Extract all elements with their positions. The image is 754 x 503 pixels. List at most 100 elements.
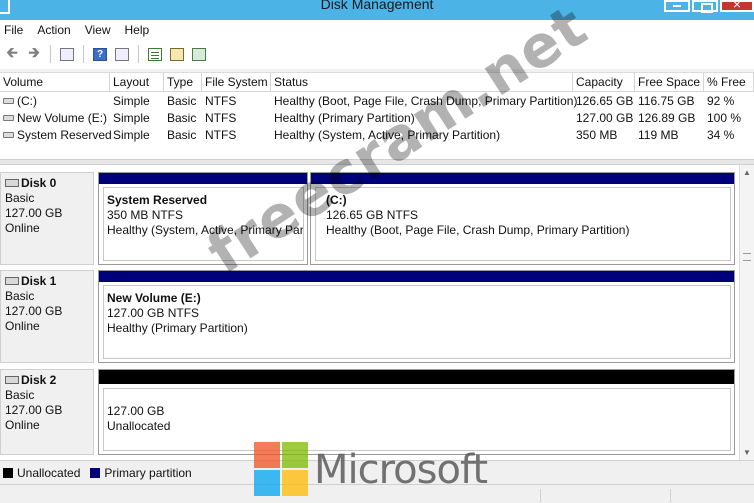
table-row[interactable]: New Volume (E:) Simple Basic NTFS Health… [0, 110, 754, 127]
partition-status: Healthy (Boot, Page File, Crash Dump, Pr… [326, 223, 630, 237]
status-cell: Healthy (Primary Partition) [274, 111, 415, 125]
volume-cell: System Reserved [0, 127, 112, 144]
column-header-free-space[interactable]: Free Space [635, 73, 704, 92]
legend-label: Primary partition [104, 465, 192, 480]
partition-size: 127.00 GB [107, 404, 165, 418]
partition-name: System Reserved [107, 193, 208, 207]
close-button[interactable] [720, 0, 754, 12]
properties-icon[interactable] [167, 44, 187, 64]
disk-label[interactable]: Disk 2 Basic 127.00 GB Online [0, 369, 94, 455]
forward-icon[interactable]: 🡲 [24, 44, 44, 64]
back-icon[interactable]: 🡰 [2, 44, 22, 64]
disk-state: Online [5, 418, 40, 432]
disk-label[interactable]: Disk 0 Basic 127.00 GB Online [0, 172, 94, 265]
partition-bar [311, 173, 734, 184]
settings-icon[interactable] [189, 44, 209, 64]
toolbar: 🡰 🡲 ? [0, 39, 754, 69]
scroll-down-icon[interactable]: ▼ [743, 448, 751, 457]
disk-type: Basic [5, 388, 35, 402]
volume-name: New Volume (E:) [17, 111, 108, 125]
disk-graphical-view: Disk 0 Basic 127.00 GB Online System Res… [0, 165, 754, 460]
column-header-percent-free[interactable]: % Free [704, 73, 754, 92]
capacity-cell: 127.00 GB [576, 111, 634, 125]
disk-row: Disk 0 Basic 127.00 GB Online System Res… [0, 172, 739, 265]
disk-row: Disk 1 Basic 127.00 GB Online New Volume… [0, 270, 739, 363]
volume-icon [3, 114, 14, 121]
column-header-file-system[interactable]: File System [202, 73, 271, 92]
column-header-capacity[interactable]: Capacity [573, 73, 635, 92]
minimize-button[interactable] [664, 0, 690, 12]
partition-size: 350 MB NTFS [107, 208, 184, 222]
type-cell: Basic [167, 128, 197, 142]
partition-details: (C:) 126.65 GB NTFS Healthy (Boot, Page … [315, 187, 731, 261]
title-bar: Disk Management [0, 0, 754, 20]
disk-type: Basic [5, 191, 35, 205]
disk-name: Disk 2 [21, 373, 57, 387]
column-header-layout[interactable]: Layout [110, 73, 164, 92]
scrollbar-thumb[interactable] [743, 253, 751, 261]
fs-cell: NTFS [205, 128, 237, 142]
menu-bar: File Action View Help [0, 20, 754, 39]
free-space-cell: 116.75 GB [638, 94, 695, 108]
column-header-type[interactable]: Type [164, 73, 202, 92]
partition-status: Unallocated [107, 419, 171, 433]
capacity-cell: 126.65 GB [576, 94, 634, 108]
menu-help[interactable]: Help [125, 23, 150, 37]
column-header-volume[interactable]: Volume [0, 73, 110, 92]
disk-size: 127.00 GB [5, 304, 63, 318]
disk-size: 127.00 GB [5, 206, 63, 220]
partition-name: (C:) [326, 193, 347, 207]
partition-e[interactable]: New Volume (E:) 127.00 GB NTFS Healthy (… [98, 270, 735, 363]
menu-action[interactable]: Action [37, 23, 70, 37]
percent-free-cell: 34 % [707, 128, 735, 142]
status-segment [670, 489, 754, 502]
partition-details: New Volume (E:) 127.00 GB NTFS Healthy (… [103, 285, 731, 359]
partition-bar [99, 370, 734, 384]
layout-cell: Simple [113, 94, 150, 108]
disk-name: Disk 1 [21, 274, 57, 288]
menu-view[interactable]: View [85, 23, 111, 37]
window-title: Disk Management [320, 0, 434, 12]
type-cell: Basic [167, 111, 197, 125]
menu-file[interactable]: File [4, 23, 23, 37]
partition-size: 127.00 GB NTFS [107, 306, 200, 320]
status-cell: Healthy (Boot, Page File, Crash Dump, Pr… [274, 94, 578, 108]
help-icon[interactable]: ? [90, 44, 110, 64]
disk-icon [5, 276, 19, 285]
partition-name: New Volume (E:) [107, 291, 201, 305]
partition-system-reserved[interactable]: System Reserved 350 MB NTFS Healthy (Sys… [98, 172, 308, 265]
legend: Unallocated Primary partition [0, 460, 754, 484]
column-header-status[interactable]: Status [271, 73, 573, 92]
partition-status: Healthy (System, Active, Primary Partiti [107, 223, 304, 237]
volume-list: Volume Layout Type File System Status Ca… [0, 72, 754, 159]
capacity-cell: 350 MB [576, 128, 618, 142]
console-tree-icon[interactable] [57, 44, 77, 64]
maximize-button[interactable] [692, 0, 718, 13]
partition-bar [99, 173, 307, 184]
volume-name: (C:) [17, 94, 37, 108]
toolbar-separator [50, 45, 51, 63]
vertical-scrollbar[interactable]: ▲ ▼ [739, 165, 754, 460]
refresh-icon[interactable] [145, 44, 165, 64]
status-cell: Healthy (System, Active, Primary Partiti… [274, 128, 501, 142]
percent-free-cell: 92 % [707, 94, 735, 108]
table-row[interactable]: System Reserved Simple Basic NTFS Health… [0, 127, 754, 144]
partition-details: System Reserved 350 MB NTFS Healthy (Sys… [103, 187, 304, 261]
partition-c[interactable]: (C:) 126.65 GB NTFS Healthy (Boot, Page … [310, 172, 735, 265]
volume-list-header: Volume Layout Type File System Status Ca… [0, 73, 754, 92]
percent-free-cell: 100 % [707, 111, 742, 125]
legend-item-unallocated: Unallocated [3, 466, 80, 480]
fs-cell: NTFS [205, 111, 237, 125]
free-space-cell: 119 MB [638, 128, 679, 142]
partition-unallocated[interactable]: 127.00 GB Unallocated [98, 369, 735, 455]
legend-item-primary: Primary partition [90, 465, 192, 480]
volume-icon [3, 131, 14, 138]
show-hide-icon[interactable] [112, 44, 132, 64]
legend-label: Unallocated [17, 465, 81, 480]
window-controls [662, 0, 754, 14]
status-segment [540, 489, 660, 502]
scroll-up-icon[interactable]: ▲ [743, 168, 751, 177]
disk-label[interactable]: Disk 1 Basic 127.00 GB Online [0, 270, 94, 363]
table-row[interactable]: (C:) Simple Basic NTFS Healthy (Boot, Pa… [0, 93, 754, 110]
volume-cell: (C:) [0, 93, 110, 110]
